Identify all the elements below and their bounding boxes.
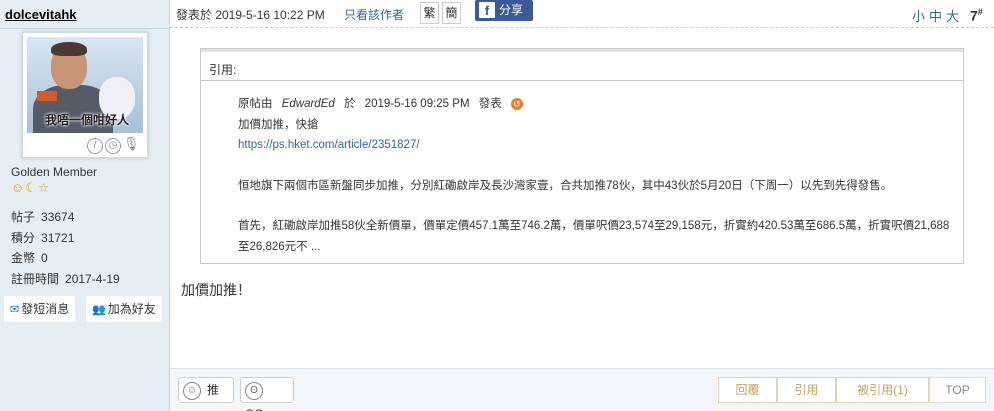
divider (0, 28, 170, 29)
reply-button[interactable]: 回覆 (718, 377, 777, 403)
clock-icon: ◷ (105, 138, 121, 154)
stat-label: 帖子 (11, 210, 36, 224)
avatar-figure-shirt (37, 91, 57, 101)
gg-button[interactable]: ʘ GG (240, 377, 294, 411)
rank-medals-icon: ☺☾☆ (11, 180, 51, 195)
stat-label: 註冊時間 (11, 271, 60, 286)
add-friend-button[interactable]: 👥 加為好友 (86, 296, 162, 322)
avatar-image: 我唔一個咁好人 (27, 37, 143, 133)
like-button[interactable]: ☺ 推 (178, 377, 234, 403)
stat-row: 帖子 33674 (11, 207, 120, 228)
font-medium-link[interactable]: 中 (929, 9, 942, 24)
quote-label: 引用: (209, 63, 237, 77)
slash-icon: / (87, 138, 103, 154)
author-only-link[interactable]: 只看該作者 (344, 6, 404, 23)
quote-origin-suffix: 發表 (478, 98, 502, 110)
simplified-chinese-button[interactable]: 簡 (442, 2, 461, 24)
quote-time: 2019-5-16 09:25 PM (364, 98, 470, 110)
facebook-share-button[interactable]: f 分享 (475, 0, 533, 21)
stat-value: 0 (41, 251, 48, 265)
quote-paragraph: 恒地旗下兩個市區新盤同步加推，分別紅磡啟岸及長沙灣家壹，合共加推78伙，其中43… (238, 179, 893, 192)
stat-label: 積分 (11, 230, 36, 245)
share-label: 分享 (499, 3, 524, 17)
quote-link[interactable]: https://ps.hket.com/article/2351827/ (238, 135, 953, 156)
floor-sup: # (977, 7, 983, 17)
stat-label: 金幣 (11, 251, 36, 265)
quote-paragraph: 首先，紅磡啟岸加推58伙全新價單，價單定價457.1萬至746.2萬，價單呎價2… (238, 220, 950, 253)
gg-label: GG (245, 407, 264, 411)
quote-origin-prefix: 原帖由 (238, 98, 273, 110)
user-stats: 帖子 33674 積分 31721 金幣 0 註冊時間 2017-4-19 (11, 207, 120, 289)
quote-block: 引用: 原帖由 EdwardEd 於 2019-5-16 09:25 PM 發表… (200, 48, 964, 264)
quote-button[interactable]: 引用 (777, 377, 836, 403)
stat-value: 2017-4-19 (65, 271, 120, 286)
floor-number-value: 7 (970, 7, 978, 24)
post-header: 發表於 2019-5-16 10:22 PM 只看該作者 繁 簡 f 分享 小中大… (170, 0, 994, 28)
quote-body: 原帖由 EdwardEd 於 2019-5-16 09:25 PM 發表 ↺ 加… (238, 94, 953, 257)
jump-to-post-icon[interactable]: ↺ (510, 98, 523, 110)
quote-line: 加價加推，快搶 (238, 118, 319, 131)
traditional-chinese-button[interactable]: 繁 (420, 2, 439, 24)
avatar-figure-hair (51, 42, 87, 56)
post-content: 加價加推！ (181, 282, 251, 298)
send-message-label: 發短消息 (21, 302, 70, 316)
stat-value[interactable]: 31721 (41, 231, 74, 245)
send-message-button[interactable]: ✉ 發短消息 (4, 296, 76, 322)
font-large-link[interactable]: 大 (946, 9, 959, 24)
pig-face-icon: ʘ (245, 381, 263, 400)
quote-author: EdwardEd (281, 98, 335, 110)
stat-row: 註冊時間 2017-4-19 (11, 269, 120, 290)
like-label: 推 (207, 383, 220, 397)
stat-value[interactable]: 33674 (41, 210, 74, 224)
envelope-icon: ✉ (10, 304, 20, 316)
author-username[interactable]: dolcevitahk (5, 7, 77, 22)
font-size-switcher: 小中大 (912, 6, 963, 25)
quote-topbar (201, 49, 963, 52)
add-friend-label: 加為好友 (107, 302, 156, 316)
floor-number[interactable]: 7# (970, 7, 983, 24)
post-timestamp: 發表於 2019-5-16 10:22 PM (176, 8, 325, 22)
facebook-icon: f (479, 2, 495, 18)
stat-row: 積分 31721 (11, 228, 120, 249)
avatar-controls: / ◷ 🎙 (87, 137, 141, 154)
like-face-icon: ☺ (183, 381, 201, 400)
divider (201, 80, 963, 81)
avatar-caption: 我唔一個咁好人 (44, 113, 129, 127)
microphone-icon: 🎙 (123, 136, 140, 151)
quote-origin: 原帖由 EdwardEd 於 2019-5-16 09:25 PM 發表 ↺ (238, 94, 953, 115)
avatar[interactable]: 我唔一個咁好人 / ◷ 🎙 (22, 32, 148, 158)
users-icon: 👥 (92, 304, 106, 316)
author-sidebar: dolcevitahk 我唔一個咁好人 / ◷ 🎙 Golden Member ☺☾… (0, 0, 170, 411)
post-footer: ☺推 ʘGG 回覆 引用 被引用(1) TOP (170, 368, 994, 411)
quote-origin-at: 於 (343, 98, 356, 110)
back-to-top-button[interactable]: TOP (929, 377, 986, 403)
font-small-link[interactable]: 小 (912, 9, 925, 24)
user-rank: Golden Member (11, 165, 98, 179)
quoted-by-button[interactable]: 被引用(1) (836, 377, 929, 403)
stat-row: 金幣 0 (11, 248, 120, 269)
